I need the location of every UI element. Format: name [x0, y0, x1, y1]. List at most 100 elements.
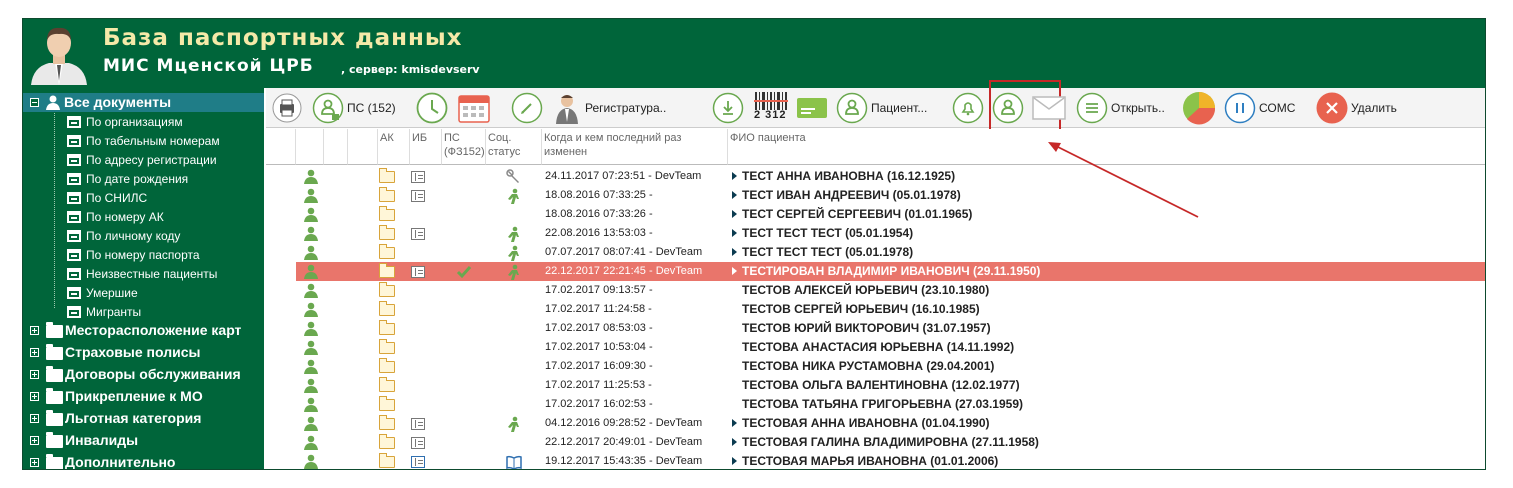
expand-icon[interactable]	[30, 414, 39, 423]
print-button[interactable]	[272, 92, 302, 124]
expand-arrow-icon[interactable]	[732, 191, 737, 199]
patient-name-cell[interactable]: ТЕСТОВ АЛЕКСЕЙ ЮРЬЕВИЧ (23.10.1980)	[732, 281, 989, 300]
table-row[interactable]: 24.11.2017 07:23:51 - DevTeam ТЕСТ АННА И…	[296, 167, 1485, 186]
mail-button[interactable]	[1032, 92, 1066, 124]
folder-icon[interactable]	[379, 339, 395, 354]
expand-arrow-icon[interactable]	[732, 210, 737, 218]
patient-name-cell[interactable]: ТЕСТОВАЯ ГАЛИНА ВЛАДИМИРОВНА (27.11.1958…	[732, 433, 1039, 452]
history-button[interactable]	[416, 92, 448, 124]
folder-icon[interactable]	[379, 396, 395, 411]
patient-button[interactable]: Пациент...	[836, 92, 927, 124]
delete-button[interactable]: Удалить	[1316, 92, 1397, 124]
patient-name-cell[interactable]: ТЕСТОВ ЮРИЙ ВИКТОРОВИЧ (31.07.1957)	[732, 319, 991, 338]
expand-icon[interactable]	[30, 370, 39, 379]
col-header-soc[interactable]: Соц. статус	[486, 129, 542, 165]
tree-item-sub[interactable]: По личному коду	[67, 227, 180, 246]
folder-icon[interactable]	[379, 453, 395, 468]
col-header-changed[interactable]: Когда и кем последний раз изменен	[542, 129, 728, 165]
expand-icon[interactable]	[30, 458, 39, 467]
folder-icon[interactable]	[379, 187, 395, 202]
record-icon[interactable]	[411, 228, 425, 240]
tree-item-sub[interactable]: По номеру АК	[67, 208, 164, 227]
record-icon[interactable]	[411, 171, 425, 183]
table-row[interactable]: 04.12.2016 09:28:52 - DevTeam ТЕСТОВАЯ АН…	[296, 414, 1485, 433]
open-button[interactable]: Открыть..	[1076, 92, 1165, 124]
expand-icon[interactable]	[30, 436, 39, 445]
tree-item-sub[interactable]: Неизвестные пациенты	[67, 265, 217, 284]
tree-item-sub[interactable]: По табельным номерам	[67, 132, 220, 151]
tree-group[interactable]: Договоры обслуживания	[23, 365, 264, 385]
folder-icon[interactable]	[379, 168, 395, 183]
record-icon[interactable]	[411, 456, 425, 468]
patient-name-cell[interactable]: ТЕСТОВАЯ АННА ИВАНОВНА (01.04.1990)	[732, 414, 990, 433]
patient-name-cell[interactable]: ТЕСТ ТЕСТ ТЕСТ (05.01.1954)	[732, 224, 913, 243]
folder-icon[interactable]	[379, 206, 395, 221]
col-header-blank-2[interactable]	[324, 129, 348, 165]
expand-arrow-icon[interactable]	[732, 172, 737, 180]
tree-group[interactable]: Страховые полисы	[23, 343, 264, 363]
expand-arrow-icon[interactable]	[732, 419, 737, 427]
col-header-blank-3[interactable]	[348, 129, 378, 165]
tree-item-sub[interactable]: По адресу регистрации	[67, 151, 217, 170]
expand-icon[interactable]	[30, 326, 39, 335]
patient-name-cell[interactable]: ТЕСТОВ СЕРГЕЙ ЮРЬЕВИЧ (16.10.1985)	[732, 300, 980, 319]
tree-group[interactable]: Прикрепление к МО	[23, 387, 264, 407]
card-button[interactable]	[796, 92, 828, 124]
table-row[interactable]: 07.07.2017 08:07:41 - DevTeam ТЕСТ ТЕСТ Т…	[296, 243, 1485, 262]
col-header-ps[interactable]: ПС (ФЗ152)	[442, 129, 486, 165]
table-row[interactable]: 18.08.2016 07:33:25 - ТЕСТ ИВАН АНДРЕЕВИЧ…	[296, 186, 1485, 205]
patient-name-cell[interactable]: ТЕСТОВА АНАСТАСИЯ ЮРЬЕВНА (14.11.1992)	[732, 338, 1014, 357]
stats-button[interactable]	[1182, 92, 1216, 125]
record-icon[interactable]	[411, 418, 425, 430]
patient-name-cell[interactable]: ТЕСТОВАЯ МАРЬЯ ИВАНОВНА (01.01.2006)	[732, 452, 998, 469]
table-row[interactable]: 22.12.2017 22:21:45 - DevTeam ТЕСТИРОВАН …	[296, 262, 1485, 281]
patient-name-cell[interactable]: ТЕСТ ИВАН АНДРЕЕВИЧ (05.01.1978)	[732, 186, 961, 205]
patient-name-cell[interactable]: ТЕСТ ТЕСТ ТЕСТ (05.01.1978)	[732, 243, 913, 262]
calendar-button[interactable]	[458, 92, 490, 124]
tree-item-sub[interactable]: По номеру паспорта	[67, 246, 200, 265]
table-row[interactable]: 17.02.2017 11:25:53 - ТЕСТОВА ОЛЬГА ВАЛЕН…	[296, 376, 1485, 395]
edit-button[interactable]	[511, 92, 543, 124]
folder-icon[interactable]	[379, 320, 395, 335]
folder-icon[interactable]	[379, 434, 395, 449]
barcode-button[interactable]: 2 312	[754, 92, 788, 124]
record-icon[interactable]	[411, 266, 425, 278]
expand-arrow-icon[interactable]	[732, 438, 737, 446]
record-icon[interactable]	[411, 190, 425, 202]
tree-item-all-documents[interactable]: Все документы	[23, 93, 264, 112]
tree-group[interactable]: Дополнительно	[23, 453, 264, 469]
expand-arrow-icon[interactable]	[732, 248, 737, 256]
table-row[interactable]: 17.02.2017 11:24:58 - ТЕСТОВ СЕРГЕЙ ЮРЬЕВ…	[296, 300, 1485, 319]
table-row[interactable]: 17.02.2017 08:53:03 - ТЕСТОВ ЮРИЙ ВИКТОРО…	[296, 319, 1485, 338]
folder-icon[interactable]	[379, 282, 395, 297]
table-row[interactable]: 22.12.2017 20:49:01 - DevTeam ТЕСТОВАЯ ГА…	[296, 433, 1485, 452]
download-button[interactable]	[712, 92, 744, 124]
patient-name-cell[interactable]: ТЕСТ СЕРГЕЙ СЕРГЕЕВИЧ (01.01.1965)	[732, 205, 972, 224]
patient-name-cell[interactable]: ТЕСТОВА ОЛЬГА ВАЛЕНТИНОВНА (12.02.1977)	[732, 376, 1020, 395]
record-icon[interactable]	[411, 437, 425, 449]
tree-item-sub[interactable]: Мигранты	[67, 303, 141, 322]
tree-item-sub[interactable]: По организациям	[67, 113, 183, 132]
folder-icon[interactable]	[379, 358, 395, 373]
tree-item-sub[interactable]: По дате рождения	[67, 170, 188, 189]
patient-name-cell[interactable]: ТЕСТОВА ТАТЬЯНА ГРИГОРЬЕВНА (27.03.1959)	[732, 395, 1023, 414]
folder-icon[interactable]	[379, 377, 395, 392]
table-row[interactable]: 18.08.2016 07:33:26 - ТЕСТ СЕРГЕЙ СЕРГЕЕВ…	[296, 205, 1485, 224]
folder-icon[interactable]	[379, 225, 395, 240]
col-header-ib[interactable]: ИБ	[410, 129, 442, 165]
patient-name-cell[interactable]: ТЕСТИРОВАН ВЛАДИМИР ИВАНОВИЧ (29.11.1950…	[732, 262, 1040, 281]
patient-name-cell[interactable]: ТЕСТОВА НИКА РУСТАМОВНА (29.04.2001)	[732, 357, 994, 376]
tree-group[interactable]: Льготная категория	[23, 409, 264, 429]
expand-arrow-icon[interactable]	[732, 457, 737, 465]
soms-button[interactable]: СОМС	[1224, 92, 1295, 124]
folder-icon[interactable]	[379, 263, 395, 278]
patient-name-cell[interactable]: ТЕСТ АННА ИВАНОВНА (16.12.1925)	[732, 167, 955, 186]
col-header-person[interactable]	[296, 129, 324, 165]
table-row[interactable]: 17.02.2017 09:13:57 - ТЕСТОВ АЛЕКСЕЙ ЮРЬЕ…	[296, 281, 1485, 300]
tree-group[interactable]: Месторасположение карт	[23, 321, 264, 341]
expand-arrow-icon[interactable]	[732, 267, 737, 275]
tree-item-sub[interactable]: По СНИЛС	[67, 189, 147, 208]
table-row[interactable]: 17.02.2017 16:02:53 - ТЕСТОВА ТАТЬЯНА ГРИ…	[296, 395, 1485, 414]
expand-icon[interactable]	[30, 348, 39, 357]
col-header-ak[interactable]: АК	[378, 129, 410, 165]
